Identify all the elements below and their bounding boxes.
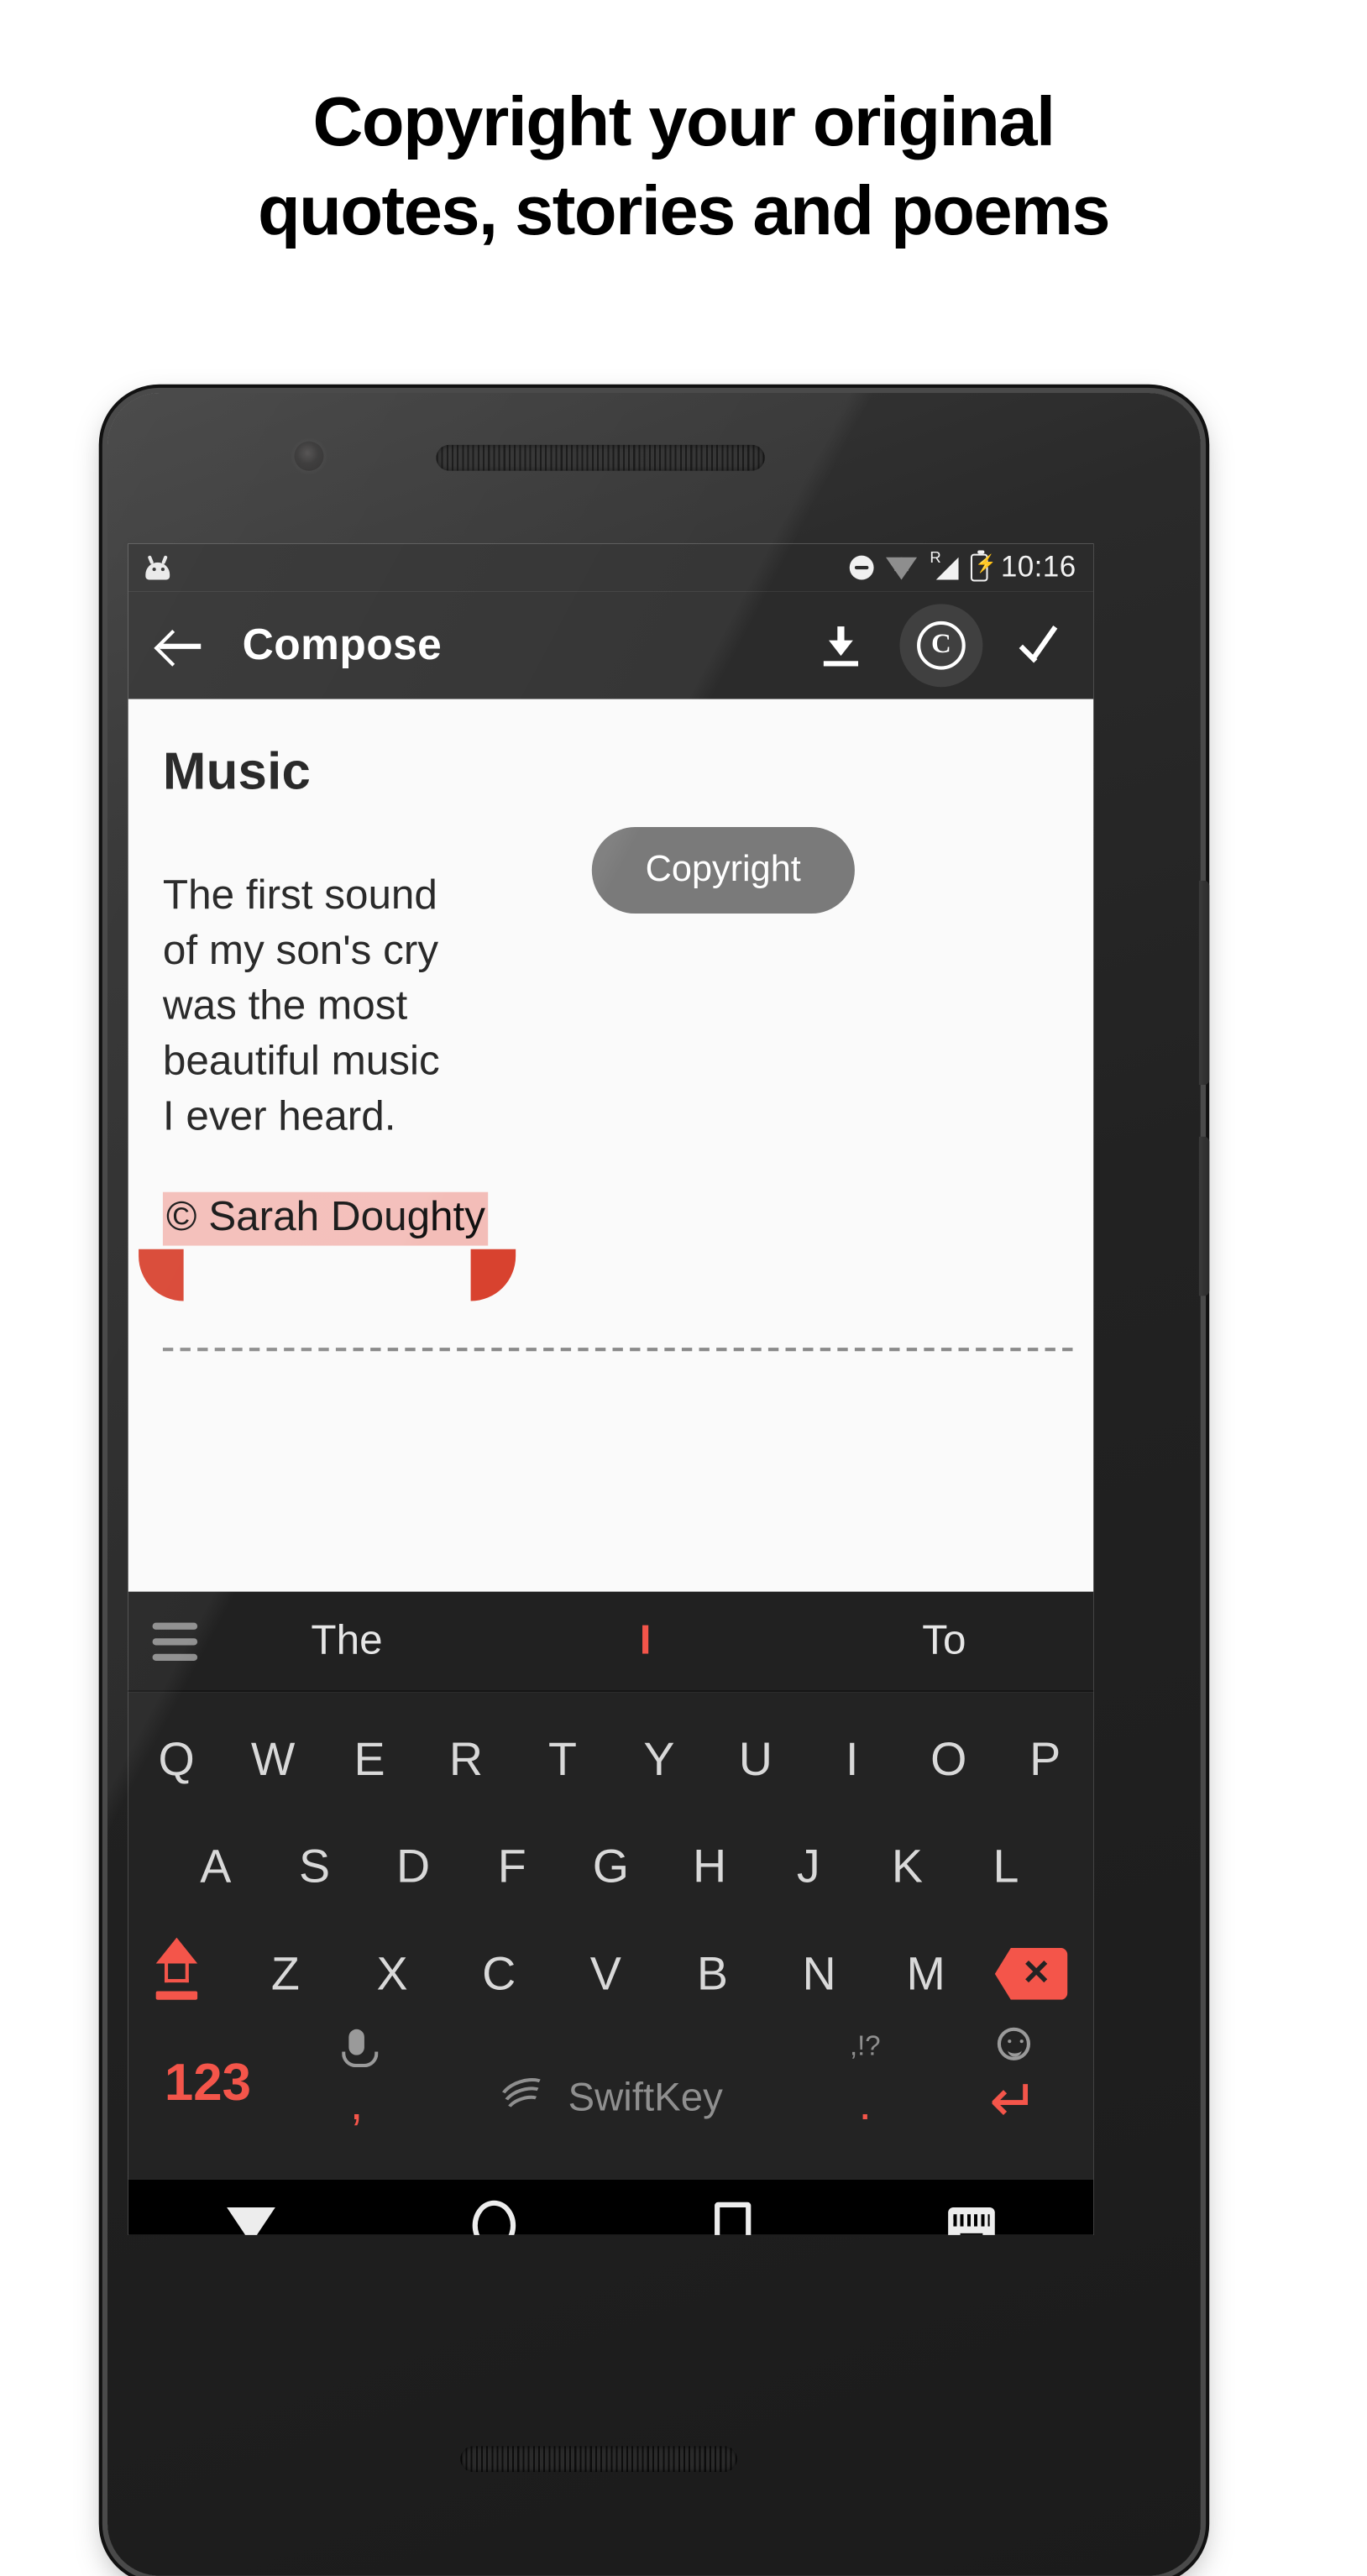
- home-circle-icon[interactable]: [473, 2199, 516, 2235]
- phone-screen: R ⚡ 10:16 Compose C Copyright Music The …: [128, 543, 1094, 2235]
- key-a[interactable]: A: [166, 1840, 265, 1893]
- signature-text[interactable]: © Sarah Doughty: [162, 1191, 490, 1245]
- key-m[interactable]: M: [872, 1947, 979, 2001]
- prediction-bar: The I To: [128, 1591, 1094, 1693]
- comma-key[interactable]: ,: [287, 2028, 426, 2130]
- cellular-signal-icon: R: [930, 549, 960, 580]
- backspace-glyph: ✕: [1021, 1955, 1051, 1993]
- battery-bolt-glyph: ⚡: [975, 556, 998, 575]
- hide-keyboard-down-icon[interactable]: [227, 2206, 276, 2235]
- key-l[interactable]: L: [956, 1840, 1055, 1893]
- key-t[interactable]: T: [514, 1732, 610, 1786]
- note-editor[interactable]: Copyright Music The first sound of my so…: [128, 699, 1094, 1592]
- selection-handle-right[interactable]: [471, 1248, 517, 1301]
- swiftkey-keyboard: Q W E R T Y U I O P A S D F G H J K L Z …: [128, 1692, 1094, 2180]
- page-headline: Copyright your original quotes, stories …: [0, 0, 1367, 255]
- copyright-tooltip: Copyright: [591, 827, 855, 914]
- key-s[interactable]: S: [265, 1840, 364, 1893]
- key-n[interactable]: N: [766, 1947, 872, 2001]
- back-button[interactable]: [151, 616, 210, 675]
- emoji-icon[interactable]: [997, 2027, 1031, 2060]
- caps-lock-icon[interactable]: [139, 1937, 232, 2011]
- key-p[interactable]: P: [997, 1732, 1093, 1786]
- swiftkey-brand-label: SwiftKey: [568, 2073, 723, 2118]
- key-i[interactable]: I: [804, 1732, 900, 1786]
- key-w[interactable]: W: [225, 1732, 322, 1786]
- keyboard-row-3: Z X C V B N M ✕: [128, 1920, 1093, 2028]
- note-title-field[interactable]: Music: [163, 744, 1059, 803]
- status-bar: R ⚡ 10:16: [128, 543, 1094, 592]
- key-b[interactable]: B: [659, 1947, 766, 2001]
- copyright-icon: C: [917, 620, 966, 670]
- key-c[interactable]: C: [446, 1947, 553, 2001]
- swiftkey-logo-icon: [495, 2071, 558, 2123]
- enter-key-icon: ↵: [989, 2069, 1039, 2135]
- volume-button[interactable]: [1198, 1136, 1210, 1296]
- key-f[interactable]: F: [463, 1840, 562, 1893]
- earpiece-speaker-grille: [436, 444, 765, 471]
- prediction-item-1[interactable]: I: [496, 1616, 795, 1665]
- space-key[interactable]: SwiftKey: [426, 2071, 796, 2123]
- download-icon: [819, 623, 864, 668]
- keyboard-row-1: Q W E R T Y U I O P: [128, 1706, 1093, 1814]
- app-toolbar: Compose C: [128, 591, 1094, 699]
- recents-square-icon[interactable]: [714, 2201, 751, 2235]
- comma-label: ,: [349, 2076, 364, 2129]
- keyboard-row-2: A S D F G H J K L: [128, 1813, 1093, 1920]
- key-e[interactable]: E: [322, 1732, 418, 1786]
- key-g[interactable]: G: [562, 1840, 661, 1893]
- enter-key[interactable]: ↵: [935, 2027, 1094, 2135]
- check-icon: [1016, 620, 1068, 672]
- prediction-item-0[interactable]: The: [197, 1616, 496, 1665]
- headline-line-2: quotes, stories and poems: [257, 171, 1111, 250]
- battery-charging-icon: ⚡: [971, 549, 997, 582]
- front-camera-icon: [294, 441, 324, 471]
- key-d[interactable]: D: [364, 1840, 463, 1893]
- key-x[interactable]: X: [338, 1947, 445, 2001]
- do-not-disturb-icon: [850, 555, 875, 580]
- phone-body: R ⚡ 10:16 Compose C Copyright Music The …: [107, 393, 1210, 2576]
- download-button[interactable]: [811, 616, 870, 675]
- selected-signature[interactable]: © Sarah Doughty: [139, 1191, 517, 1301]
- keyboard-switch-icon[interactable]: [947, 2206, 995, 2235]
- key-o[interactable]: O: [900, 1732, 997, 1786]
- key-r[interactable]: R: [418, 1732, 515, 1786]
- wifi-icon: [886, 556, 919, 579]
- period-key[interactable]: ,!? .: [796, 2032, 935, 2130]
- status-bar-clock: 10:16: [1000, 550, 1076, 584]
- copyright-button[interactable]: C: [899, 604, 983, 688]
- selection-handle-left[interactable]: [139, 1248, 184, 1301]
- headline-line-1: Copyright your original: [312, 82, 1055, 160]
- power-button[interactable]: [1198, 880, 1210, 1085]
- hamburger-menu-icon[interactable]: [152, 1613, 198, 1668]
- backspace-icon[interactable]: ✕: [979, 1947, 1083, 2000]
- arrow-back-icon: [158, 623, 203, 668]
- period-label: .: [858, 2076, 872, 2129]
- bottom-speaker-grille: [460, 2446, 737, 2473]
- key-z[interactable]: Z: [232, 1947, 338, 2001]
- numbers-key[interactable]: 123: [128, 2055, 288, 2114]
- confirm-button[interactable]: [1012, 616, 1071, 675]
- prediction-item-2[interactable]: To: [795, 1616, 1094, 1665]
- phone-mockup: R ⚡ 10:16 Compose C Copyright Music The …: [107, 393, 1260, 2576]
- microphone-icon[interactable]: [342, 2028, 379, 2067]
- key-v[interactable]: V: [553, 1947, 659, 2001]
- key-y[interactable]: Y: [610, 1732, 707, 1786]
- note-divider: [162, 1348, 1073, 1352]
- page-title: Compose: [242, 620, 443, 669]
- key-h[interactable]: H: [660, 1840, 759, 1893]
- punctuation-label: ,!?: [849, 2031, 881, 2061]
- key-j[interactable]: J: [759, 1840, 858, 1893]
- system-navigation-bar: [128, 2179, 1094, 2235]
- note-body-field[interactable]: The first sound of my son's cry was the …: [163, 869, 1059, 1145]
- key-q[interactable]: Q: [128, 1732, 225, 1786]
- android-robot-icon: [145, 555, 170, 580]
- keyboard-row-4: 123 , SwiftKey ,!? . ↵: [128, 2027, 1094, 2142]
- key-k[interactable]: K: [858, 1840, 957, 1893]
- key-u[interactable]: U: [707, 1732, 804, 1786]
